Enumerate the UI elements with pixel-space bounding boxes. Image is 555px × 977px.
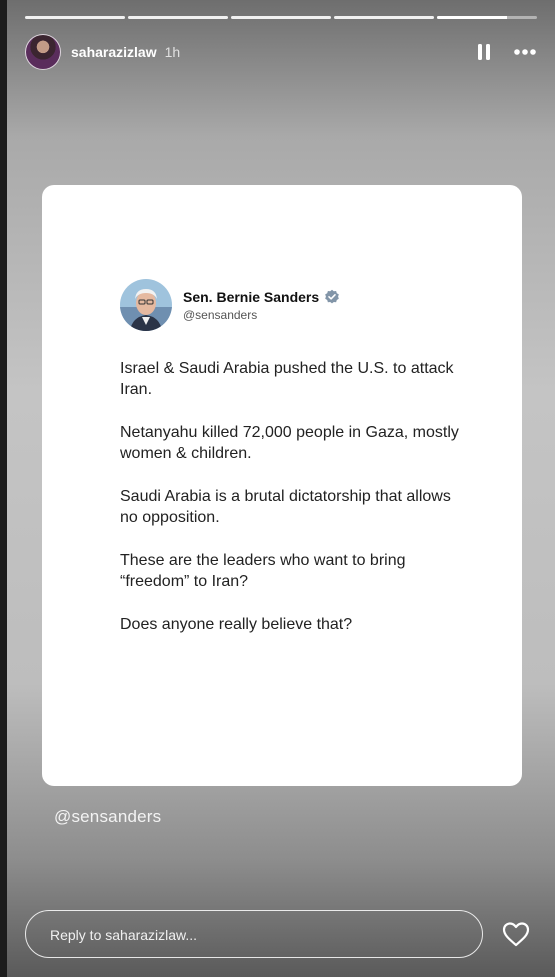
progress-fill [437,16,507,19]
more-horizontal-icon[interactable] [513,48,537,56]
tweet-paragraph: These are the leaders who want to bring … [120,552,406,590]
post-time: 1h [164,44,181,60]
story-header: saharazizlaw 1h [25,34,537,70]
tweet-handle: @sensanders [183,307,258,322]
pause-icon[interactable] [477,43,491,61]
progress-segment [231,16,331,19]
mention-sticker[interactable]: @sensanders [54,807,161,827]
reply-bar[interactable] [25,910,483,959]
verified-badge-icon [325,289,339,303]
progress-segment-current [437,16,537,19]
username[interactable]: saharazizlaw [71,44,157,60]
progress-segment [128,16,228,19]
progress-segment [334,16,434,19]
tweet-card: Sen. Bernie Sanders @sensanders Israel &… [42,185,522,786]
tweet-header: Sen. Bernie Sanders @sensanders [120,279,340,331]
reply-input[interactable] [48,911,452,959]
tweet-paragraph: Does anyone really believe that? [120,616,353,633]
heart-outline-icon[interactable] [501,920,531,948]
tweet-profile-picture [120,279,172,331]
avatar[interactable] [25,34,61,70]
tweet-paragraph: Israel & Saudi Arabia pushed the U.S. to… [120,360,454,398]
progress-segment [25,16,125,19]
tweet-paragraph: Netanyahu killed 72,000 people in Gaza, … [120,424,459,462]
tweet-author: Sen. Bernie Sanders @sensanders [183,289,340,322]
header-actions [477,43,537,61]
tweet-text: Israel & Saudi Arabia pushed the U.S. to… [120,358,460,657]
tweet-display-name: Sen. Bernie Sanders [183,288,320,305]
story-viewer[interactable]: saharazizlaw 1h Sen. Bernie Sanders @sen… [7,0,555,977]
display-name-row: Sen. Bernie Sanders [183,289,340,305]
tweet-paragraph: Saudi Arabia is a brutal dictatorship th… [120,488,451,526]
story-progress-bar [25,16,537,19]
